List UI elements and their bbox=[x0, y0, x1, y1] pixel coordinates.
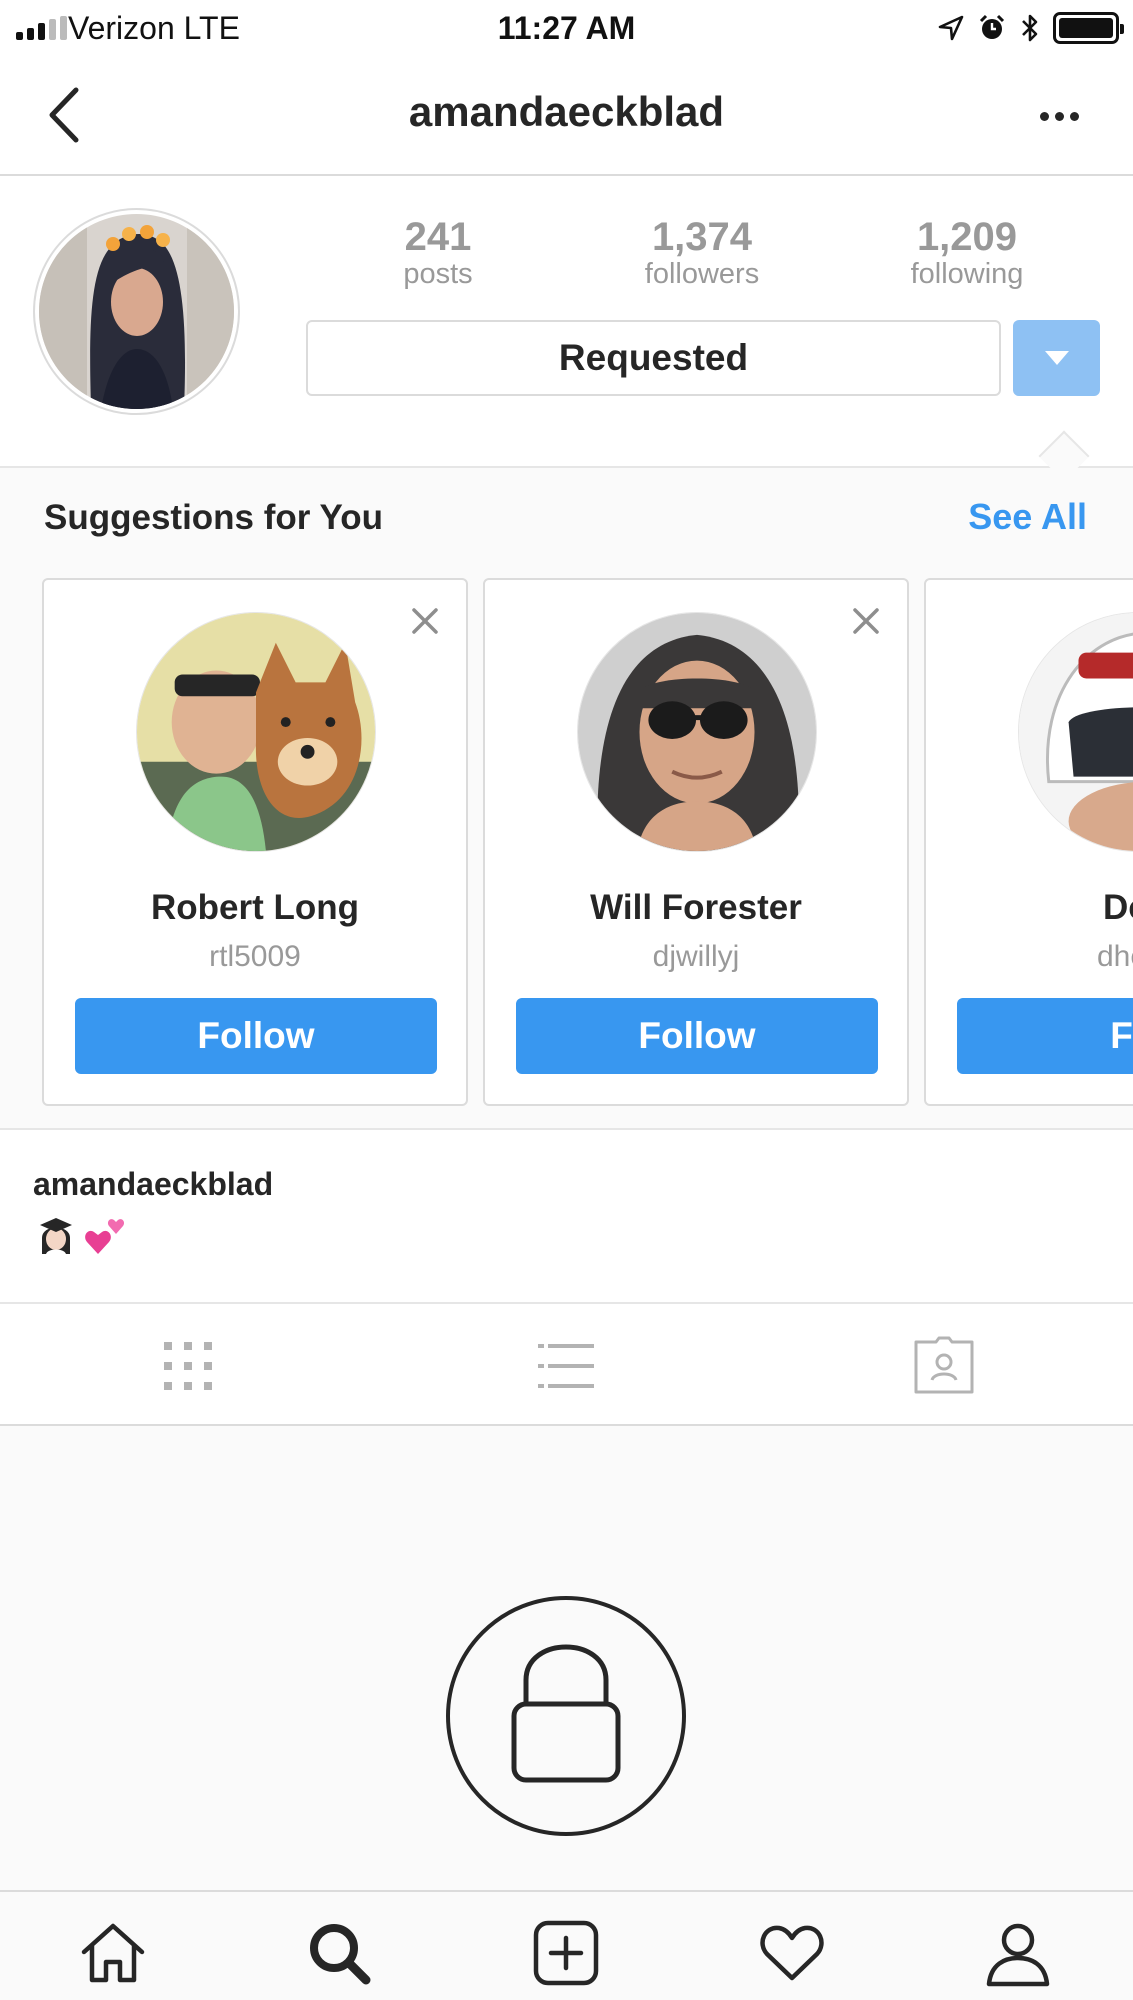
close-icon[interactable] bbox=[410, 606, 440, 636]
heart-icon[interactable] bbox=[757, 1918, 827, 1988]
suggestion-handle: dheck bbox=[1096, 940, 1133, 973]
search-icon[interactable] bbox=[304, 1918, 374, 1988]
suggestions-header: Suggestions for You See All bbox=[0, 470, 1133, 570]
requested-button[interactable]: Requested bbox=[306, 320, 1001, 396]
suggestion-card[interactable]: Dou dheck Fol bbox=[924, 578, 1133, 1106]
add-post-icon[interactable] bbox=[531, 1918, 601, 1988]
grid-icon[interactable] bbox=[156, 1336, 220, 1396]
home-icon[interactable] bbox=[78, 1918, 148, 1988]
location-arrow-icon bbox=[938, 15, 964, 41]
stat-label: following bbox=[910, 258, 1024, 290]
stat-label: posts bbox=[403, 258, 473, 290]
suggestion-handle: djwillyj bbox=[652, 940, 740, 973]
suggestion-card[interactable]: Will Forester djwillyj Follow bbox=[483, 578, 909, 1106]
bottom-tab-bar bbox=[0, 1890, 1133, 2000]
suggestions-title: Suggestions for You bbox=[44, 498, 383, 537]
suggestion-name: Will Forester bbox=[590, 888, 802, 927]
nav-bar: amandaeckblad bbox=[0, 56, 1133, 176]
status-bar: Verizon LTE 11:27 AM bbox=[0, 0, 1133, 56]
avatar[interactable] bbox=[1018, 612, 1133, 852]
avatar[interactable] bbox=[577, 612, 817, 852]
see-all-link[interactable]: See All bbox=[968, 496, 1087, 538]
graduate-emoji bbox=[40, 1218, 72, 1254]
battery-icon bbox=[1053, 12, 1124, 44]
profile-avatar[interactable] bbox=[33, 208, 240, 415]
stat-value: 1,209 bbox=[916, 215, 1018, 259]
follow-button[interactable]: Fol bbox=[957, 998, 1133, 1074]
profile-bio: amandaeckblad bbox=[0, 1128, 1133, 1304]
stat-value: 241 bbox=[404, 215, 472, 259]
avatar bbox=[39, 214, 234, 409]
lock-badge bbox=[446, 1596, 686, 1836]
bluetooth-icon bbox=[1022, 14, 1038, 42]
suggestions-toggle-button[interactable] bbox=[1013, 320, 1100, 396]
status-icons bbox=[937, 10, 1124, 46]
profile-header: 241 posts 1,374 followers 1,209 followin… bbox=[0, 176, 1133, 482]
suggestion-handle: rtl5009 bbox=[209, 940, 301, 973]
private-account-area bbox=[0, 1426, 1133, 1892]
suggestion-name: Robert Long bbox=[150, 888, 360, 927]
two-hearts-emoji bbox=[85, 1219, 125, 1254]
bio-username: amandaeckblad bbox=[33, 1166, 274, 1202]
profile-view-tabs bbox=[0, 1304, 1133, 1426]
suggestion-card[interactable]: Robert Long rtl5009 Follow bbox=[42, 578, 468, 1106]
profile-icon[interactable] bbox=[983, 1918, 1053, 1988]
stat-followers[interactable]: 1,374 followers bbox=[602, 216, 802, 290]
close-icon[interactable] bbox=[851, 606, 881, 636]
bio-emojis bbox=[38, 1216, 126, 1256]
stat-label: followers bbox=[644, 258, 760, 290]
stat-value: 1,374 bbox=[651, 215, 753, 259]
list-icon[interactable] bbox=[534, 1336, 598, 1396]
suggestion-carousel[interactable]: Robert Long rtl5009 Follow Will Forester… bbox=[0, 578, 1133, 1106]
page-title: amandaeckblad bbox=[408, 88, 725, 135]
stat-posts[interactable]: 241 posts bbox=[338, 216, 538, 290]
tagged-icon[interactable] bbox=[912, 1336, 976, 1396]
follow-button[interactable]: Follow bbox=[516, 998, 878, 1074]
alarm-icon bbox=[979, 14, 1005, 39]
caret-down-icon bbox=[1044, 351, 1069, 365]
follow-button[interactable]: Follow bbox=[75, 998, 437, 1074]
suggestion-name: Dou bbox=[1102, 888, 1133, 927]
avatar[interactable] bbox=[136, 612, 376, 852]
lock-icon bbox=[511, 1644, 621, 1783]
stat-following[interactable]: 1,209 following bbox=[867, 216, 1067, 290]
ellipsis-icon[interactable] bbox=[1031, 96, 1087, 136]
profile-stats: 241 posts 1,374 followers 1,209 followin… bbox=[308, 216, 1100, 296]
